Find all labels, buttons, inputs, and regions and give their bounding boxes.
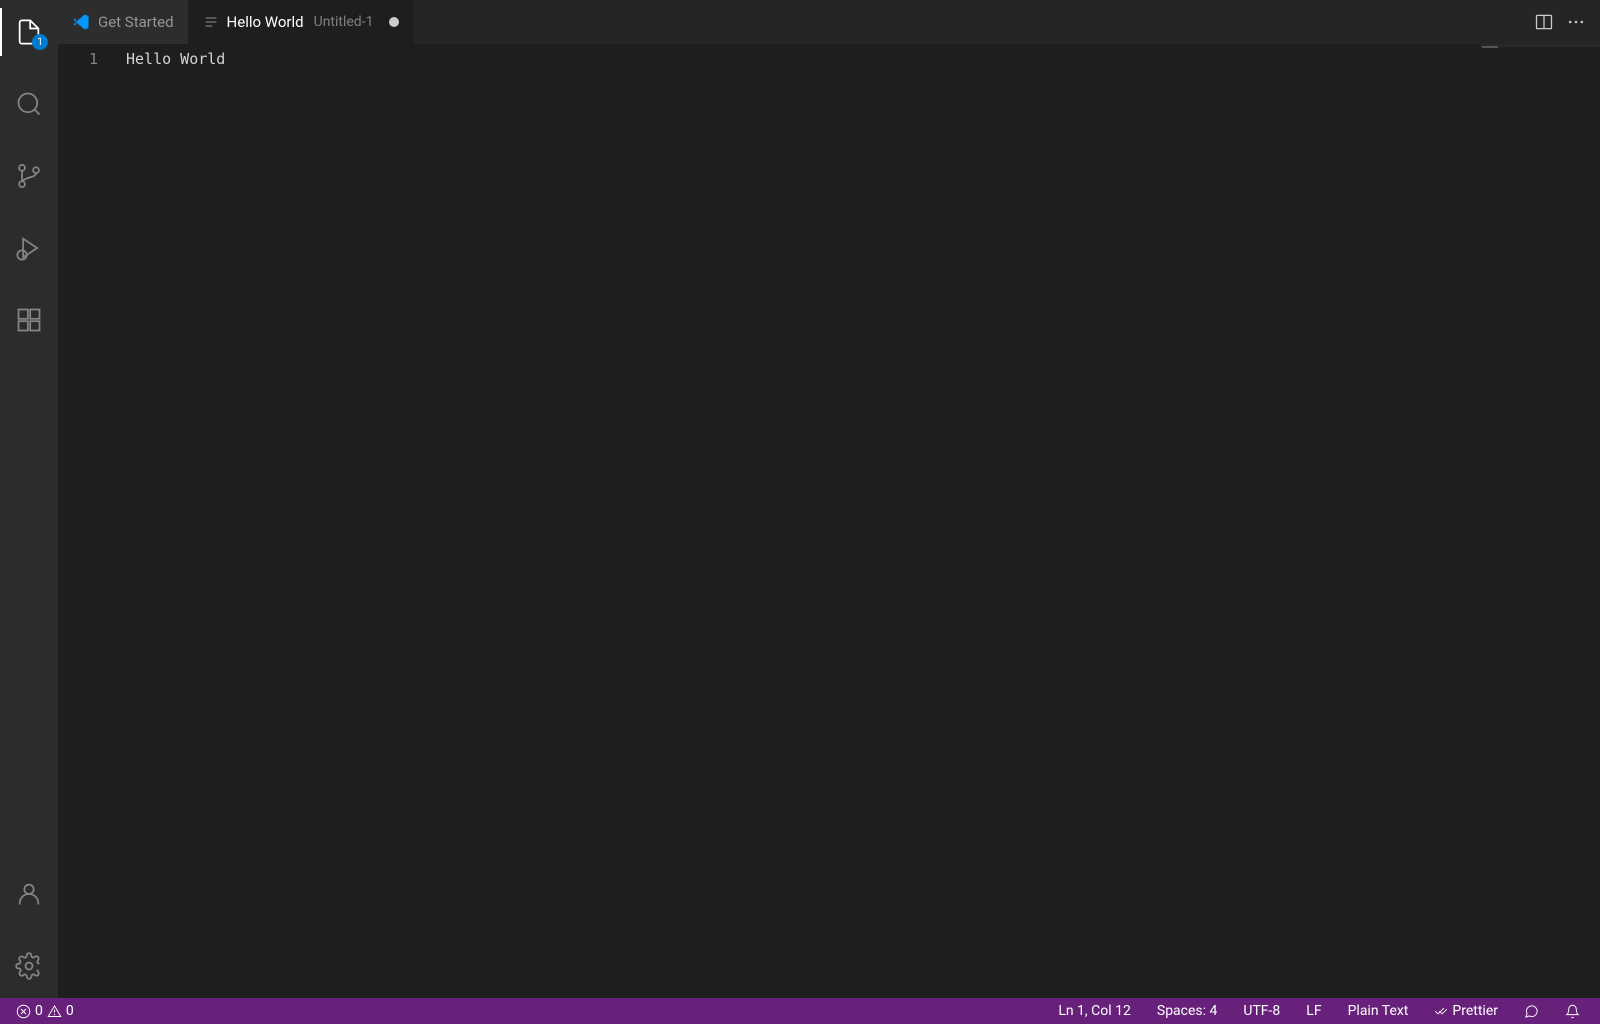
tab-get-started[interactable]: Get Started [58, 0, 189, 44]
settings-button[interactable] [0, 942, 58, 990]
tab-label: Hello World [227, 13, 304, 31]
extensions-icon [15, 306, 43, 334]
accounts-button[interactable] [0, 870, 58, 918]
minimap-content [1482, 46, 1498, 48]
split-editor-icon[interactable] [1534, 12, 1554, 32]
tab-subtitle: Untitled-1 [314, 14, 374, 30]
code-line: Hello World [126, 50, 225, 68]
gear-icon [15, 952, 43, 980]
encoding-button[interactable]: UTF-8 [1233, 1003, 1290, 1019]
activity-bar: 1 [0, 0, 58, 998]
explorer-badge: 1 [32, 34, 48, 50]
editor-content[interactable]: 1 Hello World [58, 44, 1600, 998]
explorer-button[interactable]: 1 [0, 8, 58, 56]
error-icon [16, 1004, 31, 1019]
vscode-icon [72, 13, 90, 31]
status-bar: 0 0 Ln 1, Col 12 Spaces: 4 UTF-8 LF Plai… [0, 998, 1600, 1024]
text-file-icon [203, 14, 219, 30]
tab-label: Get Started [98, 13, 174, 31]
problems-button[interactable]: 0 0 [10, 1003, 80, 1019]
warning-count: 0 [66, 1003, 74, 1019]
extensions-button[interactable] [0, 296, 58, 344]
account-icon [15, 880, 43, 908]
eol-button[interactable]: LF [1296, 1003, 1331, 1019]
tab-bar: Get Started Hello World Untitled-1 [58, 0, 1600, 44]
double-check-icon [1434, 1004, 1448, 1018]
bell-icon [1565, 1004, 1580, 1019]
minimap-slider[interactable] [1480, 44, 1600, 47]
tab-untitled-1[interactable]: Hello World Untitled-1 [189, 0, 415, 44]
code-text-area[interactable]: Hello World [126, 44, 1480, 998]
line-number: 1 [58, 48, 98, 70]
more-actions-icon[interactable] [1566, 12, 1586, 32]
error-count: 0 [35, 1003, 43, 1019]
indentation-button[interactable]: Spaces: 4 [1147, 1003, 1228, 1019]
warning-icon [47, 1004, 62, 1019]
cursor-position-button[interactable]: Ln 1, Col 12 [1048, 1003, 1141, 1019]
debug-button[interactable] [0, 224, 58, 272]
branch-icon [15, 162, 43, 190]
feedback-button[interactable] [1514, 1004, 1549, 1019]
notifications-button[interactable] [1555, 1004, 1590, 1019]
modified-indicator-icon[interactable] [389, 17, 399, 27]
line-number-gutter: 1 [58, 44, 126, 998]
debug-icon [15, 234, 43, 262]
prettier-button[interactable]: Prettier [1424, 1003, 1508, 1019]
feedback-icon [1524, 1004, 1539, 1019]
search-icon [15, 90, 43, 118]
language-mode-button[interactable]: Plain Text [1338, 1003, 1419, 1019]
search-button[interactable] [0, 80, 58, 128]
source-control-button[interactable] [0, 152, 58, 200]
minimap[interactable] [1480, 44, 1600, 998]
editor-area: Get Started Hello World Untitled-1 1 Hel… [58, 0, 1600, 998]
